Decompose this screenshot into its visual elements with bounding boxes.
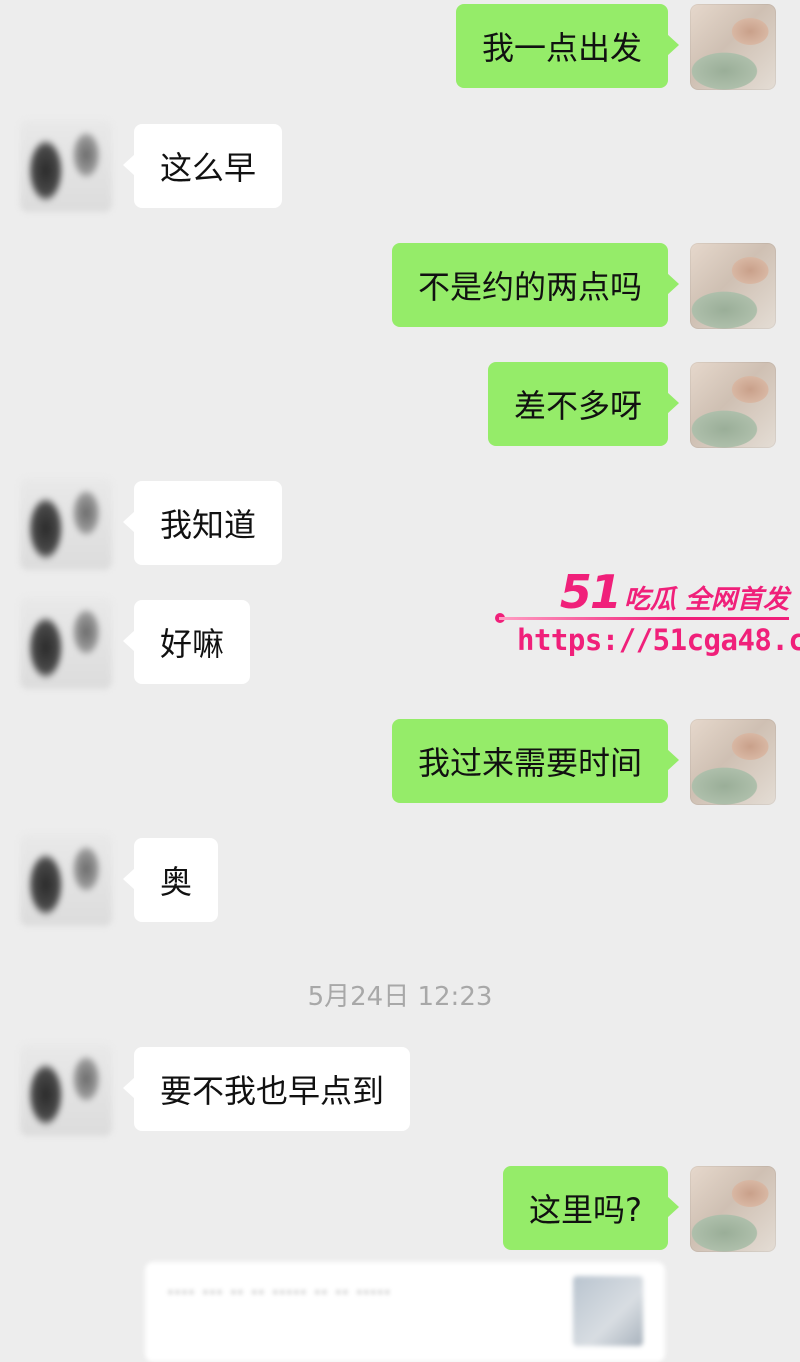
chat-area: 我一点出发 这么早 不是约的两点吗 差不多呀 我知道 好嘛 我过来需要时间 奥 … [0, 0, 800, 1362]
my-avatar[interactable] [690, 362, 776, 448]
watermark-underline [499, 617, 789, 620]
message-text: 我一点出发 [481, 29, 642, 67]
incoming-message[interactable]: 我知道 [122, 481, 283, 565]
incoming-message[interactable]: 奥 [122, 838, 219, 922]
contact-avatar[interactable] [20, 597, 112, 689]
contact-avatar[interactable] [20, 120, 112, 212]
watermark-brand-number: 51 [559, 565, 622, 619]
message-text: 差不多呀 [513, 387, 642, 425]
message-text: 这里吗? [529, 1191, 642, 1229]
contact-avatar[interactable] [20, 1044, 112, 1136]
message-timestamp: 5月24日 12:23 [307, 982, 493, 1012]
message-text: 我过来需要时间 [417, 744, 642, 782]
message-text: 好嘛 [160, 625, 225, 663]
message-text: 奥 [160, 863, 193, 901]
watermark-brand-tag: 吃瓜 全网首发 [623, 585, 789, 615]
my-avatar[interactable] [690, 4, 776, 90]
contact-avatar[interactable] [20, 834, 112, 926]
message-text: 我知道 [160, 506, 257, 544]
my-avatar[interactable] [690, 1166, 776, 1252]
incoming-message[interactable]: 这么早 [122, 124, 283, 208]
outgoing-message[interactable]: 不是约的两点吗 [391, 243, 680, 327]
watermark: 51吃瓜 全网首发 https://51cga48.com [495, 565, 800, 665]
watermark-brand: 51 吃瓜 全网首发 [560, 565, 789, 619]
incoming-message[interactable]: 要不我也早点到 [122, 1047, 411, 1131]
incoming-message[interactable]: 好嘛 [122, 600, 251, 684]
outgoing-message[interactable]: 这里吗? [503, 1166, 679, 1250]
contact-avatar[interactable] [20, 478, 112, 570]
outgoing-message[interactable]: 我过来需要时间 [391, 719, 680, 803]
outgoing-message[interactable]: 差不多呀 [487, 362, 680, 446]
blurred-link-text: ···· ··· ·· ·· ····· ·· ·· ····· [167, 1281, 391, 1306]
message-text: 这么早 [160, 149, 257, 187]
message-text: 不是约的两点吗 [417, 268, 642, 306]
my-avatar[interactable] [690, 719, 776, 805]
outgoing-message[interactable]: 我一点出发 [455, 4, 680, 88]
watermark-url: https://51cga48.com [517, 623, 800, 657]
my-avatar[interactable] [690, 243, 776, 329]
blurred-link-card[interactable]: ···· ··· ·· ·· ····· ·· ·· ····· [145, 1262, 665, 1362]
link-thumbnail [573, 1276, 643, 1346]
message-text: 要不我也早点到 [160, 1072, 385, 1110]
